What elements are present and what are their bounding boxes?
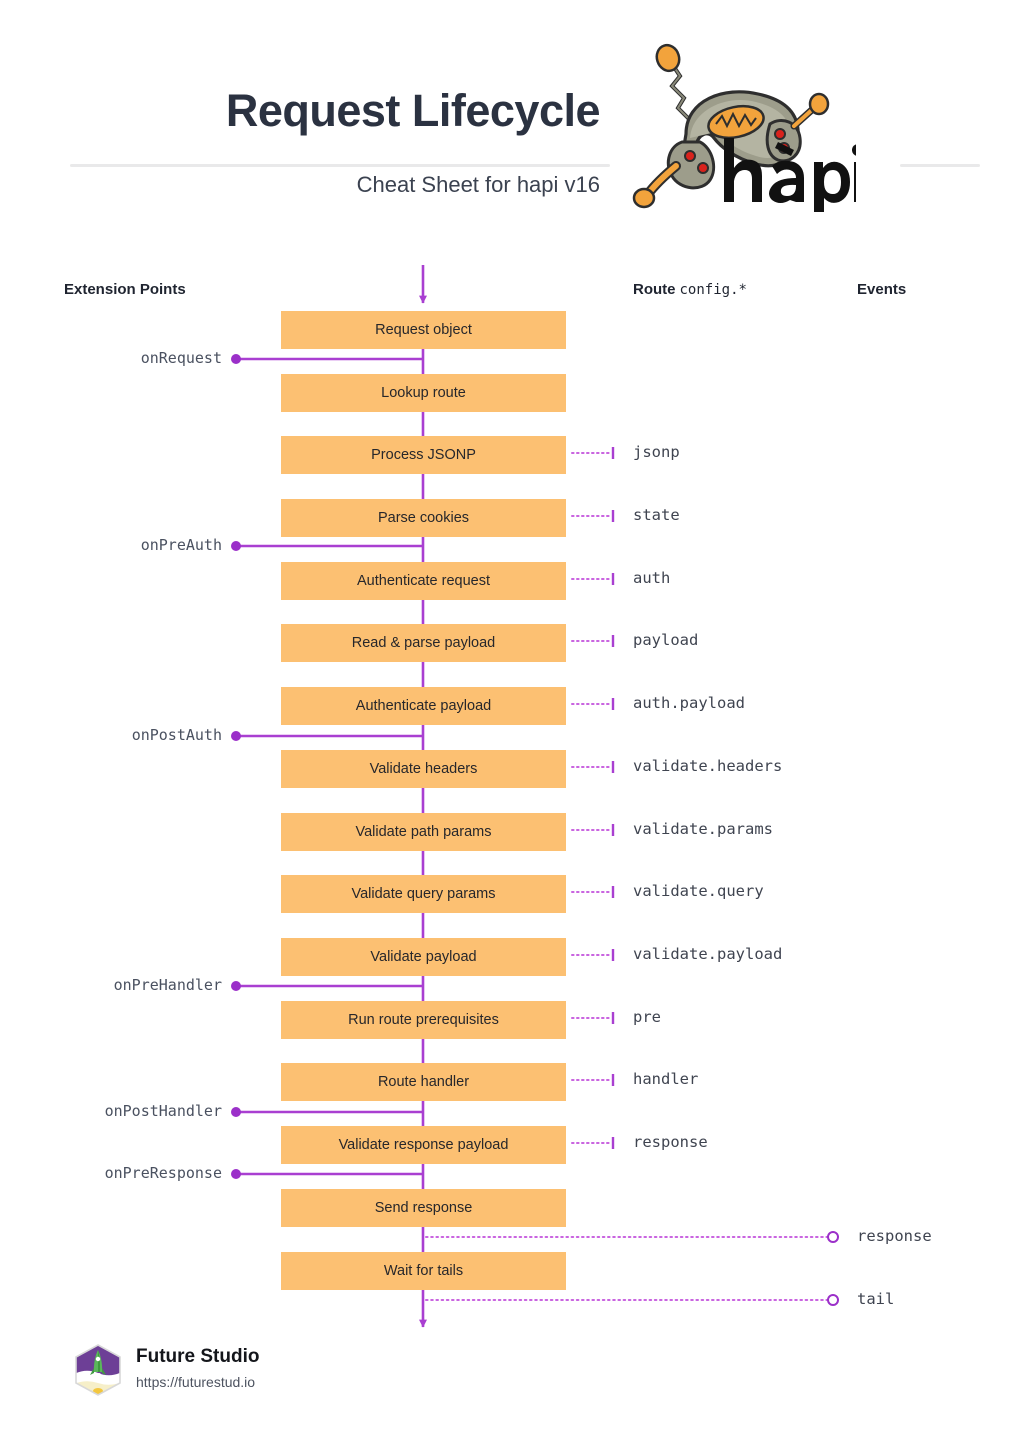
route-config-label: jsonp: [633, 443, 680, 461]
route-config-label: state: [633, 506, 680, 524]
lifecycle-step-box: Validate response payload: [281, 1126, 566, 1164]
lifecycle-step-box: Send response: [281, 1189, 566, 1227]
lifecycle-step-label: Route handler: [377, 1074, 470, 1090]
page-footer: Future Studio https://futurestud.io: [0, 1330, 1024, 1440]
request-lifecycle-flow: Request object Lookup route Process JSONP P…: [0, 0, 1024, 1446]
lifecycle-step-label: Parse cookies: [377, 510, 470, 526]
extension-point-label: onPreAuth: [140, 536, 222, 554]
lifecycle-step-box: Validate path params: [281, 813, 566, 851]
extension-point-label: onRequest: [140, 349, 222, 367]
extension-point-label: onPostHandler: [104, 1102, 222, 1120]
lifecycle-step-box: Run route prerequisites: [281, 1001, 566, 1039]
route-config-label: payload: [633, 631, 699, 649]
extension-point-label: onPreResponse: [104, 1164, 222, 1182]
extension-point-dot: [231, 1107, 241, 1117]
extension-point-label: onPostAuth: [131, 726, 222, 744]
event-label: tail: [857, 1290, 895, 1308]
route-config-label: validate.payload: [633, 945, 783, 963]
lifecycle-step-label: Authenticate payload: [355, 698, 492, 714]
lifecycle-step-label: Wait for tails: [383, 1263, 464, 1279]
lifecycle-step-label: Validate payload: [370, 949, 477, 965]
lifecycle-step-label: Send response: [374, 1200, 473, 1216]
route-config-label: response: [633, 1133, 708, 1151]
lifecycle-step-box: Read & parse payload: [281, 624, 566, 662]
lifecycle-step-label: Validate query params: [351, 886, 496, 902]
lifecycle-step-box: Validate query params: [281, 875, 566, 913]
lifecycle-step-label: Run route prerequisites: [348, 1012, 499, 1028]
lifecycle-step-label: Request object: [375, 322, 472, 338]
extension-point-dot: [231, 981, 241, 991]
lifecycle-step-label: Authenticate request: [356, 573, 490, 589]
future-studio-logo-icon: [74, 1344, 122, 1396]
extension-point-dot: [231, 354, 241, 364]
lifecycle-step-box: Authenticate payload: [281, 687, 566, 725]
lifecycle-step-box: Authenticate request: [281, 562, 566, 600]
event-label: response: [857, 1227, 932, 1245]
lifecycle-step-label: Validate headers: [369, 761, 478, 777]
lifecycle-step-box: Request object: [281, 311, 566, 349]
route-config-connectors: [571, 447, 615, 1149]
route-config-label: validate.headers: [633, 757, 783, 775]
lifecycle-step-box: Wait for tails: [281, 1252, 566, 1290]
lifecycle-step-box: Lookup route: [281, 374, 566, 412]
extension-point-dot: [231, 1169, 241, 1179]
lifecycle-step-label: Process JSONP: [371, 447, 476, 463]
route-config-label: validate.params: [633, 820, 773, 838]
lifecycle-step-box: Parse cookies: [281, 499, 566, 537]
footer-brand-name: Future Studio: [136, 1346, 260, 1367]
event-marker-circle: [827, 1231, 839, 1243]
lifecycle-step-label: Read & parse payload: [351, 635, 496, 651]
extension-point-dot: [231, 541, 241, 551]
extension-point-label: onPreHandler: [113, 976, 222, 994]
route-config-label: pre: [633, 1008, 661, 1026]
event-marker-circle: [827, 1294, 839, 1306]
lifecycle-step-label: Lookup route: [381, 385, 466, 401]
lifecycle-step-box: Process JSONP: [281, 436, 566, 474]
route-config-label: validate.query: [633, 882, 764, 900]
route-config-label: auth.payload: [633, 694, 745, 712]
footer-url[interactable]: https://futurestud.io: [136, 1374, 255, 1390]
route-config-label: handler: [633, 1070, 699, 1088]
route-config-label: auth: [633, 569, 671, 587]
lifecycle-step-label: Validate path params: [355, 824, 492, 840]
lifecycle-step-label: Validate response payload: [338, 1137, 509, 1153]
lifecycle-step-box: Route handler: [281, 1063, 566, 1101]
lifecycle-step-box: Validate payload: [281, 938, 566, 976]
lifecycle-step-box: Validate headers: [281, 750, 566, 788]
extension-point-dot: [231, 731, 241, 741]
